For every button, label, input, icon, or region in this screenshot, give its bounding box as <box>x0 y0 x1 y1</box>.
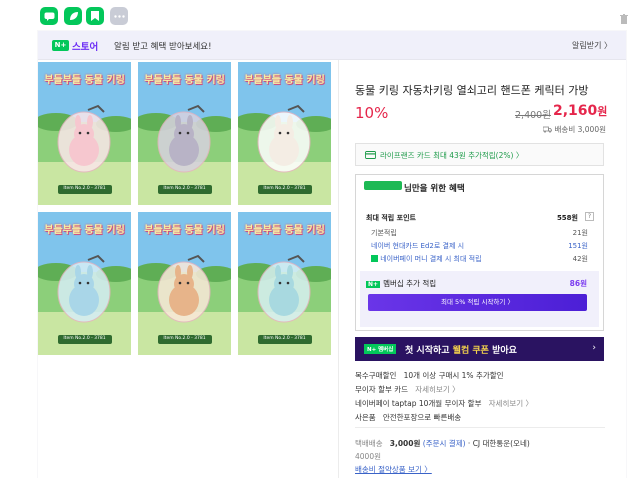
welcome-coupon-banner[interactable]: N+ 멤버십 첫 시작하고 웰컴 쿠폰 받아요 › <box>355 337 604 361</box>
max-points-value: 558원 <box>556 214 578 222</box>
column-divider <box>338 60 339 478</box>
detail-value: 안전한포장으로 빠른배송 <box>382 413 462 422</box>
max-points-label: 최대 적립 포인트 <box>366 214 416 222</box>
promo-text-b: 웰컴 쿠폰 <box>452 346 489 356</box>
alarm-button[interactable]: 알림받기 〉 <box>572 40 612 51</box>
card-offer-text: 라이프랜즈 카드 최대 43원 추가적립(2%) 〉 <box>380 151 524 160</box>
detail-value: 10개 이상 구매시 1% 추가할인 <box>403 371 504 380</box>
truck-icon <box>542 126 553 133</box>
help-icon[interactable]: ? <box>585 212 594 221</box>
delivery-condition: (주문시 결제) <box>422 439 466 448</box>
delivery-row: 택배배송 3,000원 (주문시 결제) · CJ 대한통운(오네) <box>355 438 530 449</box>
section-divider <box>355 427 605 428</box>
nplus-icon: N+ <box>366 281 381 288</box>
leaf-icon[interactable] <box>64 7 82 25</box>
benefit-box: 님만을 위한 혜택 최대 적립 포인트 558원 ? 기본적립 21원 네이버 … <box>355 174 604 331</box>
thumbnail-caption: Item No.2.0 - 3781 <box>263 186 306 191</box>
benefit-row: 네이버 현대카드 Ed2로 결제 시 151원 <box>366 241 596 251</box>
detail-row: 사은품 안전한포장으로 빠른배송 <box>355 412 461 423</box>
card-icon <box>365 151 376 159</box>
detail-row: 무이자 할부 카드 자세히보기 〉 <box>355 384 460 395</box>
product-thumbnail[interactable]: 부들부들 동물 키링 Item No.2.0 - 3781 <box>38 62 131 205</box>
thumbnail-heading: 부들부들 동물 키링 <box>44 225 125 236</box>
detail-row: 복수구매할인 10개 이상 구매시 1% 추가할인 <box>355 370 504 381</box>
delivery-carrier: · CJ 대한통운(오네) <box>467 439 530 448</box>
banner-text: 알림 받고 혜택 받아보세요! <box>114 42 212 52</box>
membership-start-button[interactable]: 최대 5% 적립 시작하기 〉 <box>368 294 587 311</box>
benefit-row-label: 기본적립 <box>371 229 397 237</box>
thumbnail-caption: Item No.2.0 - 3781 <box>63 336 106 341</box>
benefit-row: 네이버페이 머니 결제 시 최대 적립 42원 <box>366 254 596 264</box>
product-content: 부들부들 동물 키링 Item No.2.0 - 3781 부들부들 동물 키링 It… <box>38 60 626 478</box>
max-points-row: 최대 적립 포인트 558원 ? <box>366 212 596 223</box>
chat-icon[interactable] <box>40 7 58 25</box>
membership-box: N+ 멤버십 추가 적립 86원 최대 5% 적립 시작하기 〉 <box>360 271 599 327</box>
sale-price: 2,160원 <box>553 103 607 119</box>
delivery-fee: 3,000원 <box>389 439 421 448</box>
shipping-fee: 배송비 3,000원 <box>542 124 606 135</box>
discount-rate: 10% <box>355 104 389 122</box>
more-icon[interactable] <box>110 7 128 25</box>
product-thumbnail[interactable]: 부들부들 동물 키링 Item No.2.0 - 3781 <box>238 212 331 355</box>
store-label[interactable]: 스토어 <box>72 39 98 53</box>
benefit-row-label[interactable]: 네이버페이 머니 결제 시 최대 적립 <box>380 255 481 263</box>
membership-badge: N+ 멤버십 <box>364 344 397 354</box>
product-title: 동물 키링 자동차키링 열쇠고리 핸드폰 케릭터 가방 <box>355 84 589 97</box>
benefit-row-label[interactable]: 네이버 현대카드 Ed2로 결제 시 <box>371 242 464 250</box>
detail-label: 사은품 <box>355 413 376 422</box>
membership-value: 86원 <box>569 279 587 288</box>
card-offer[interactable]: 라이프랜즈 카드 최대 43원 추가적립(2%) 〉 <box>355 143 604 166</box>
shipping-save-link[interactable]: 배송비 절약상품 보기 〉 <box>355 464 432 475</box>
promo-text-c: 받아요 <box>488 346 517 356</box>
nplus-badge: N+ <box>52 40 69 51</box>
thumbnail-caption: Item No.2.0 - 3781 <box>163 186 206 191</box>
npay-icon <box>371 255 378 262</box>
shipping-text: 배송비 3,000원 <box>554 125 606 134</box>
thumbnail-caption: Item No.2.0 - 3781 <box>163 336 206 341</box>
sale-price-value: 2,160 <box>553 103 598 119</box>
sale-price-unit: 원 <box>597 105 608 118</box>
delivery-label: 택배배송 <box>355 439 383 448</box>
store-banner: N+ 스토어 알림 받고 혜택 받아보세요! 알림받기 〉 <box>38 31 626 60</box>
thumbnail-heading: 부들부들 동물 키링 <box>144 225 225 236</box>
thumbnail-heading: 부들부들 동물 키링 <box>244 75 325 86</box>
promo-text-a: 첫 시작하고 <box>405 346 453 356</box>
detail-label: 네이버페이 taptap 10개월 무이자 할부 <box>355 399 482 408</box>
thumbnail-caption: Item No.2.0 - 3781 <box>263 336 306 341</box>
product-thumbnail[interactable]: 부들부들 동물 키링 Item No.2.0 - 3781 <box>238 62 331 205</box>
product-thumbnail[interactable]: 부들부들 동물 키링 Item No.2.0 - 3781 <box>38 212 131 355</box>
thumbnail-heading: 부들부들 동물 키링 <box>144 75 225 86</box>
chevron-right-icon: › <box>592 343 596 353</box>
membership-label: N+ 멤버십 추가 적립 <box>366 278 436 289</box>
trash-icon[interactable] <box>620 9 628 24</box>
detail-label: 무이자 할부 카드 <box>355 385 409 394</box>
delivery-extra: 4000원 <box>355 452 381 461</box>
detail-row: 네이버페이 taptap 10개월 무이자 할부 자세히보기 〉 <box>355 398 533 409</box>
product-thumbnail[interactable]: 부들부들 동물 키링 Item No.2.0 - 3781 <box>138 62 231 205</box>
detail-link[interactable]: 자세히보기 〉 <box>489 399 533 408</box>
original-price: 2,400원 <box>515 110 551 121</box>
thumbnail-heading: 부들부들 동물 키링 <box>244 225 325 236</box>
promo-text: 첫 시작하고 웰컴 쿠폰 받아요 <box>405 343 517 356</box>
redacted-username <box>364 181 402 190</box>
benefit-row-value: 42원 <box>572 255 588 263</box>
benefit-row-value: 151원 <box>568 242 588 250</box>
membership-label-text: 멤버십 추가 적립 <box>383 279 437 288</box>
benefit-row: 기본적립 21원 <box>366 228 596 238</box>
product-thumbnail[interactable]: 부들부들 동물 키링 Item No.2.0 - 3781 <box>138 212 231 355</box>
detail-label: 복수구매할인 <box>355 371 397 380</box>
thumbnail-heading: 부들부들 동물 키링 <box>44 75 125 86</box>
top-toolbar <box>0 0 640 30</box>
benefit-row-value: 21원 <box>572 229 588 237</box>
benefit-heading: 님만을 위한 혜택 <box>404 184 465 194</box>
bookmark-icon[interactable] <box>86 7 104 25</box>
detail-link[interactable]: 자세히보기 〉 <box>415 385 459 394</box>
thumbnail-caption: Item No.2.0 - 3781 <box>63 186 106 191</box>
